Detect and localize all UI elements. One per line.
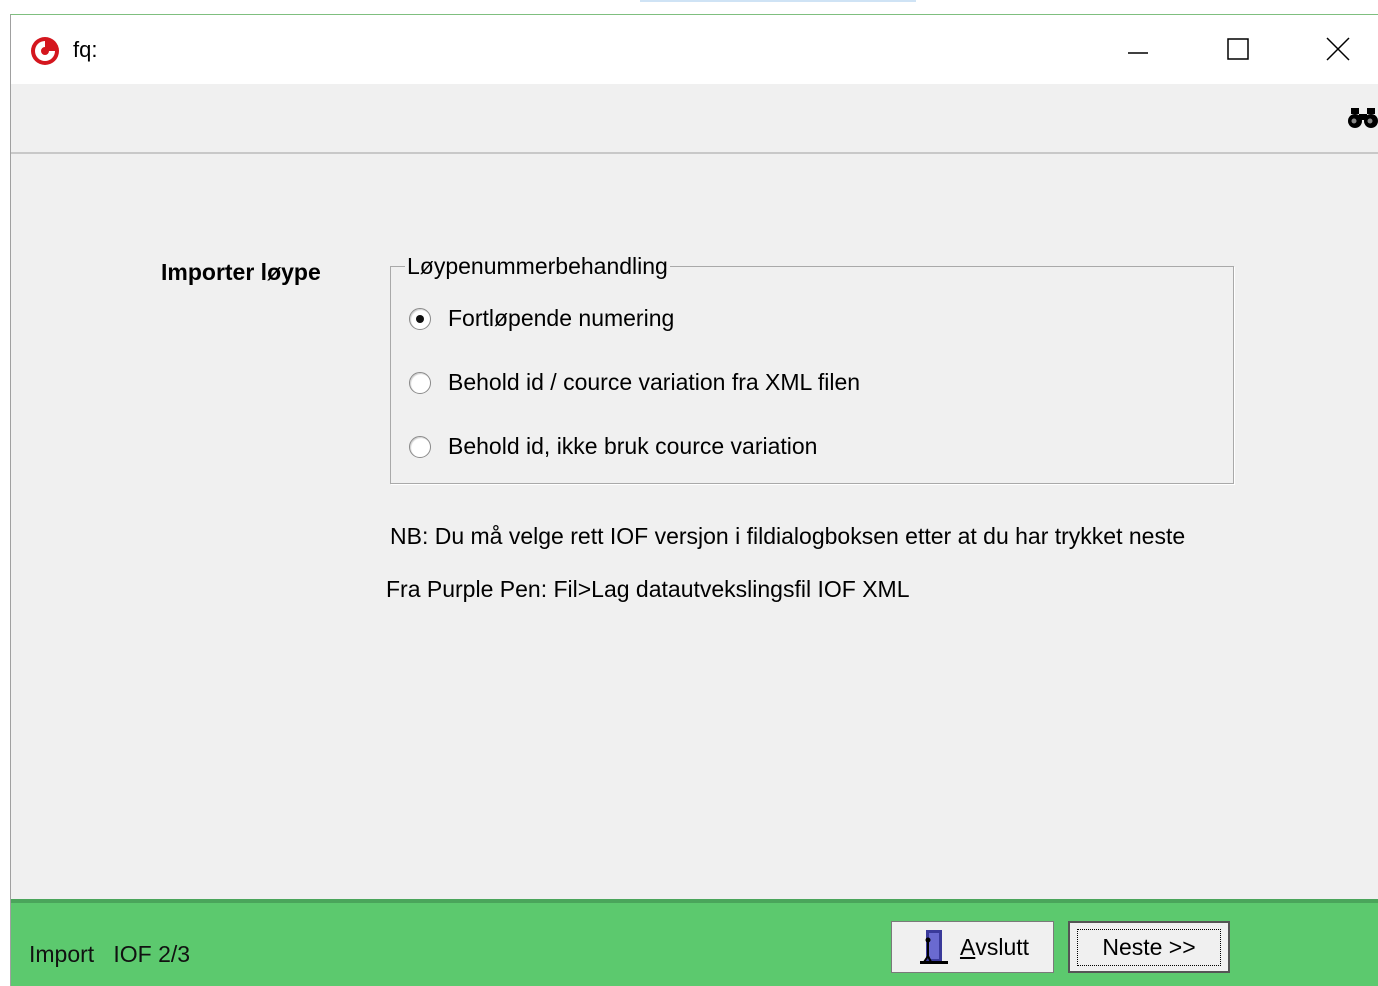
- radio-button[interactable]: [409, 435, 431, 458]
- radio-option-keep-id-no-variation[interactable]: Behold id, ikke bruk cource variation: [409, 433, 817, 460]
- section-label: Importer løype: [161, 259, 321, 285]
- door-exit-icon: [919, 930, 948, 964]
- taskbar-accent: [640, 0, 916, 2]
- exit-button[interactable]: Avslutt: [891, 921, 1054, 973]
- note-purple-pen: Fra Purple Pen: Fil>Lag datautvekslingsf…: [386, 576, 910, 602]
- title-bar: fq:: [11, 15, 1378, 84]
- next-label: Neste >>: [1077, 928, 1221, 966]
- window-title: fq:: [73, 37, 98, 62]
- numbering-groupbox: Løypenummerbehandling Fortløpende numeri…: [390, 253, 1234, 484]
- radio-label: Behold id, ikke bruk cource variation: [448, 433, 818, 459]
- app-window: fq: Importer løype Løypenummerbehandling: [10, 14, 1378, 986]
- maximize-button[interactable]: [1215, 29, 1261, 69]
- binoculars-icon[interactable]: [1347, 104, 1378, 130]
- minimize-button[interactable]: [1115, 29, 1161, 69]
- exit-label: vslutt: [975, 933, 1030, 960]
- next-button[interactable]: Neste >>: [1068, 921, 1230, 973]
- radio-option-sequential[interactable]: Fortløpende numering: [409, 305, 674, 332]
- toolbar: [11, 84, 1378, 154]
- radio-option-keep-id-variation[interactable]: Behold id / cource variation fra XML fil…: [409, 369, 860, 396]
- minimize-icon: [1128, 52, 1148, 54]
- maximize-icon: [1227, 38, 1249, 60]
- radio-label: Behold id / cource variation fra XML fil…: [448, 369, 861, 395]
- groupbox-title: Løypenummerbehandling: [405, 253, 670, 279]
- app-icon: [31, 37, 59, 65]
- main-content: Importer løype Løypenummerbehandling For…: [11, 154, 1378, 899]
- close-icon: [1326, 37, 1350, 61]
- status-text: Import IOF 2/3: [29, 941, 191, 967]
- exit-accel: A: [959, 933, 976, 960]
- radio-button[interactable]: [409, 371, 431, 394]
- radio-button[interactable]: [409, 307, 431, 330]
- note-iof-version: NB: Du må velge rett IOF versjon i fildi…: [390, 523, 1186, 549]
- status-bar: Import IOF 2/3 Avslutt Neste >>: [11, 899, 1378, 986]
- radio-label: Fortløpende numering: [448, 305, 675, 331]
- close-button[interactable]: [1315, 29, 1361, 69]
